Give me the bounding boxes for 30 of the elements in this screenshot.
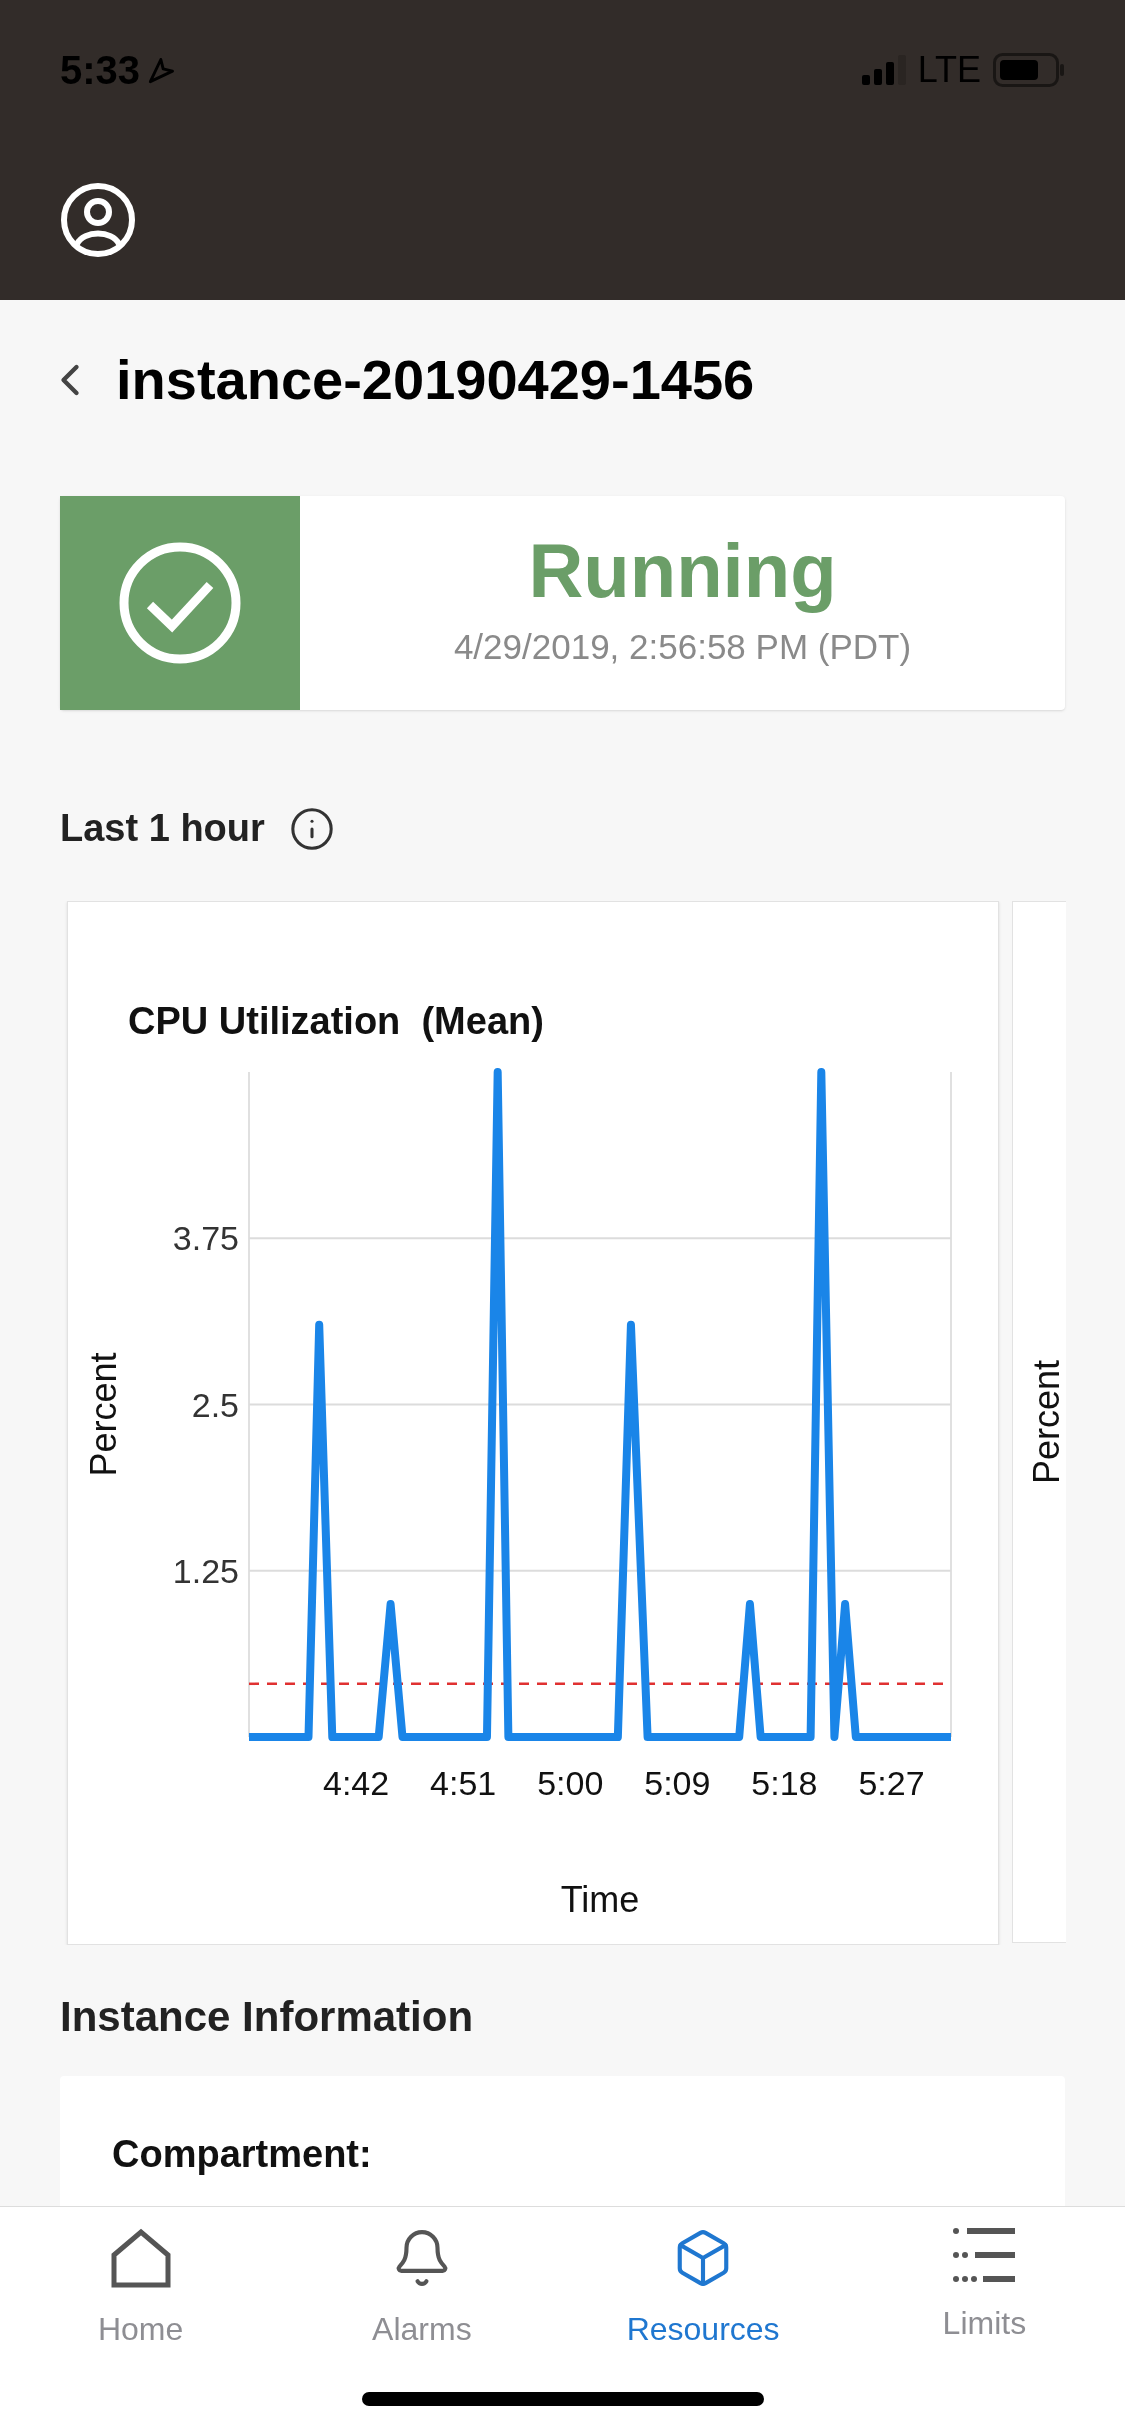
time-range-label: Last 1 hour bbox=[60, 806, 265, 851]
x-tick-label: 4:42 bbox=[323, 1764, 390, 1802]
list-icon bbox=[953, 2227, 1016, 2283]
x-tick-label: 5:27 bbox=[858, 1764, 925, 1802]
page-title: instance-20190429-1456 bbox=[116, 347, 755, 413]
home-icon bbox=[109, 2227, 172, 2289]
field-label: Compartment: bbox=[112, 2133, 372, 2175]
location-arrow-icon bbox=[148, 56, 177, 84]
y-axis-title: Percent bbox=[1025, 1359, 1066, 1485]
x-tick-label: 5:00 bbox=[537, 1764, 604, 1802]
x-tick-label: 4:51 bbox=[430, 1764, 497, 1802]
chart-title: CPU Utilization (Mean) bbox=[128, 1000, 544, 1042]
info-icon[interactable] bbox=[288, 805, 335, 852]
y-axis-title: Percent bbox=[83, 1352, 124, 1477]
tab-bar-item[interactable]: Home bbox=[30, 2227, 251, 2353]
x-tick-label: 5:18 bbox=[751, 1764, 818, 1802]
status-timestamp: 4/29/2019, 2:56:58 PM (PDT) bbox=[453, 625, 912, 668]
y-tick-label: 1.25 bbox=[172, 1551, 239, 1590]
tab-bar-item[interactable]: Limits bbox=[874, 2227, 1095, 2353]
signal-icon bbox=[861, 55, 906, 85]
check-circle-icon bbox=[117, 540, 243, 666]
battery-icon bbox=[993, 53, 1065, 87]
x-tick-label: 5:09 bbox=[644, 1764, 711, 1802]
x-axis-title: Time bbox=[560, 1879, 640, 1920]
profile-icon[interactable] bbox=[60, 182, 136, 258]
y-tick-label: 3.75 bbox=[172, 1219, 239, 1258]
y-tick-label: 2.5 bbox=[191, 1385, 239, 1424]
tab-bar-item[interactable]: Resources bbox=[593, 2227, 814, 2353]
section-heading: Instance Information bbox=[59, 1992, 475, 2042]
tab-bar-item[interactable]: Alarms bbox=[311, 2227, 532, 2353]
